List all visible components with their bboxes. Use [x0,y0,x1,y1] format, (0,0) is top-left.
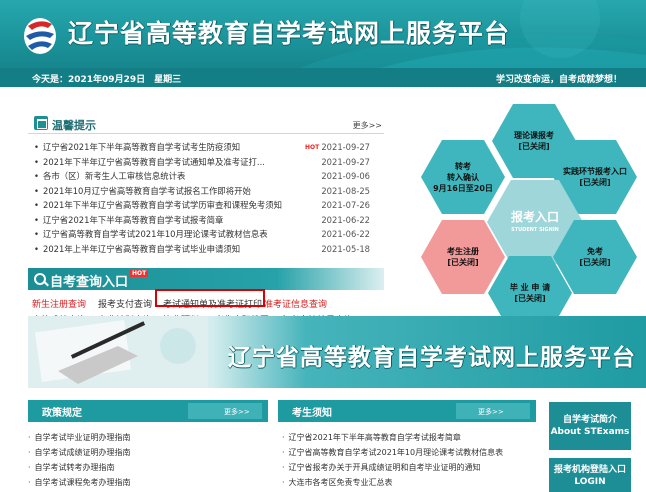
tips-more-link[interactable]: 更多>> [353,120,382,131]
current-date: 今天是：2021年09月29日 星期三 [32,75,182,85]
list-item[interactable]: • 辽宁省高等教育自学考试2021年10月理论课考试教材信息表 2021-06-22 [28,227,384,242]
site-header: 辽宁省高等教育自学考试网上服务平台 [0,0,646,68]
list-item[interactable]: • 2021年上半年辽宁省高等教育自学考试毕业申请须知 2021-05-18 [28,242,384,257]
new-student-register-query-link[interactable]: 新生注册查询 [32,297,86,310]
list-item[interactable]: 自学考试毕业证明办理指南 [28,430,268,445]
site-title: 辽宁省高等教育自学考试网上服务平台 [68,19,511,48]
tips-panel: 温馨提示 更多>> • 辽宁省2021年下半年高等教育自学考试考生防疫须知 HOT 2… [28,112,384,262]
policy-header: 政策规定 更多>> [28,400,268,422]
tips-list: • 辽宁省2021年下半年高等教育自学考试考生防疫须知 HOT 2021-09-27 … [28,140,384,256]
list-item[interactable]: • 各市（区）新考生人工审核信息统计表 2021-09-06 [28,169,384,184]
list-item[interactable]: 辽宁省高等教育自学考试2021年10月理论课考试教材信息表 [282,445,540,460]
notice-icon [34,116,48,130]
highlight-box [155,289,265,307]
list-item[interactable]: • 2021年下半年辽宁省高等教育自学考试通知单及准考证打... 2021-09-2… [28,155,384,170]
policy-more-link[interactable]: 更多>> [224,407,250,417]
list-item[interactable]: 自学考试转考办理指南 [28,460,268,475]
list-item[interactable]: • 辽宁省2021年下半年高等教育自学考试考生防疫须知 HOT 2021-09-27 [28,140,384,155]
list-item[interactable]: • 辽宁省2021年下半年高等教育自学考试报考简章 2021-06-22 [28,213,384,228]
banner: 辽宁省高等教育自学考试网上服务平台 [28,316,646,388]
notice-list: 辽宁省2021年下半年高等教育自学考试报考简章 辽宁省高等教育自学考试2021年… [282,430,540,490]
list-item[interactable]: 自学考试课程免考办理指南 [28,475,268,490]
slogan: 学习改变命运，自考成就梦想！ [495,75,622,85]
list-item[interactable]: 辽宁省报考办关于开具成绩证明和自考毕业证明的通知 [282,460,540,475]
query-header: 自考查询入口 HOT [28,268,384,290]
list-item[interactable]: 大连市各考区免责专业汇总表 [282,475,540,490]
payment-query-link[interactable]: 报考支付查询 [98,297,152,310]
query-title: 自考查询入口 [50,275,129,290]
notice-title: 考生须知 [292,408,332,419]
tips-header: 温馨提示 更多>> [28,112,384,134]
study-image [28,316,208,388]
notice-more-link[interactable]: 更多>> [478,407,504,417]
hot-badge: HOT [130,270,149,277]
list-item[interactable]: • 2021年下半年辽宁省高等教育自学考试学历审查和课程免考须知 2021-07-2… [28,198,384,213]
date-bar: 今天是：2021年09月29日 星期三 学习改变命运，自考成就梦想！ [0,68,646,87]
policy-title: 政策规定 [42,408,82,419]
banner-title: 辽宁省高等教育自学考试网上服务平台 [228,345,636,371]
institution-login-button[interactable]: 报考机构登陆入口 LOGIN [549,458,631,492]
tips-title: 温馨提示 [52,119,96,132]
search-icon [34,273,46,285]
policy-list: 自学考试毕业证明办理指南 自学考试成绩证明办理指南 自学考试转考办理指南 自学考… [28,430,268,490]
list-item[interactable]: 辽宁省2021年下半年高等教育自学考试报考简章 [282,430,540,445]
about-stexams-button[interactable]: 自学考试简介 About STExams [549,402,631,450]
hex-transfer[interactable]: 转考 转入确认 9月16日至20日 [421,140,505,214]
list-item[interactable]: • 2021年10月辽宁省高等教育自学考试报名工作即将开始 2021-08-25 [28,184,384,199]
list-item[interactable]: 自学考试成绩证明办理指南 [28,445,268,460]
hot-badge: HOT [305,144,320,151]
notice-header: 考生须知 更多>> [278,400,536,422]
admission-info-query-link[interactable]: 准考证信息查询 [264,297,327,310]
logo-icon [24,18,56,54]
